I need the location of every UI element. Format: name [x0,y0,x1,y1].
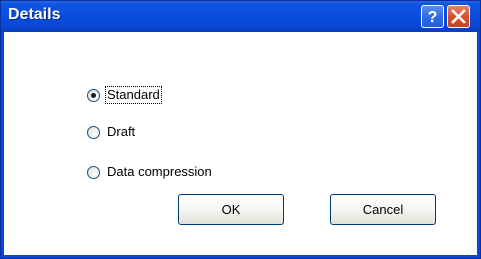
radio-selected-dot [91,92,96,98]
svg-text:?: ? [428,9,438,26]
option-label[interactable]: Data compression [106,164,213,180]
option-label[interactable]: Draft [106,124,136,140]
title-bar[interactable]: Details ? [1,1,480,32]
cancel-button[interactable]: Cancel [330,194,436,225]
details-dialog: Details ? Standard Draft Data compressio… [0,0,481,259]
radio-button[interactable] [87,125,100,139]
window-border-bottom [1,255,480,258]
option-draft[interactable]: Draft [87,123,136,141]
option-label[interactable]: Standard [105,86,162,104]
option-data-compression[interactable]: Data compression [87,163,213,181]
option-standard[interactable]: Standard [87,86,162,104]
ok-button[interactable]: OK [178,194,284,225]
radio-button[interactable] [87,165,100,179]
dialog-title: Details [8,6,61,23]
close-x-icon [451,9,466,24]
radio-button[interactable] [87,88,100,102]
close-button[interactable] [447,5,470,28]
help-button[interactable]: ? [421,5,444,28]
question-mark-icon: ? [428,9,438,26]
window-border-right [477,32,480,258]
